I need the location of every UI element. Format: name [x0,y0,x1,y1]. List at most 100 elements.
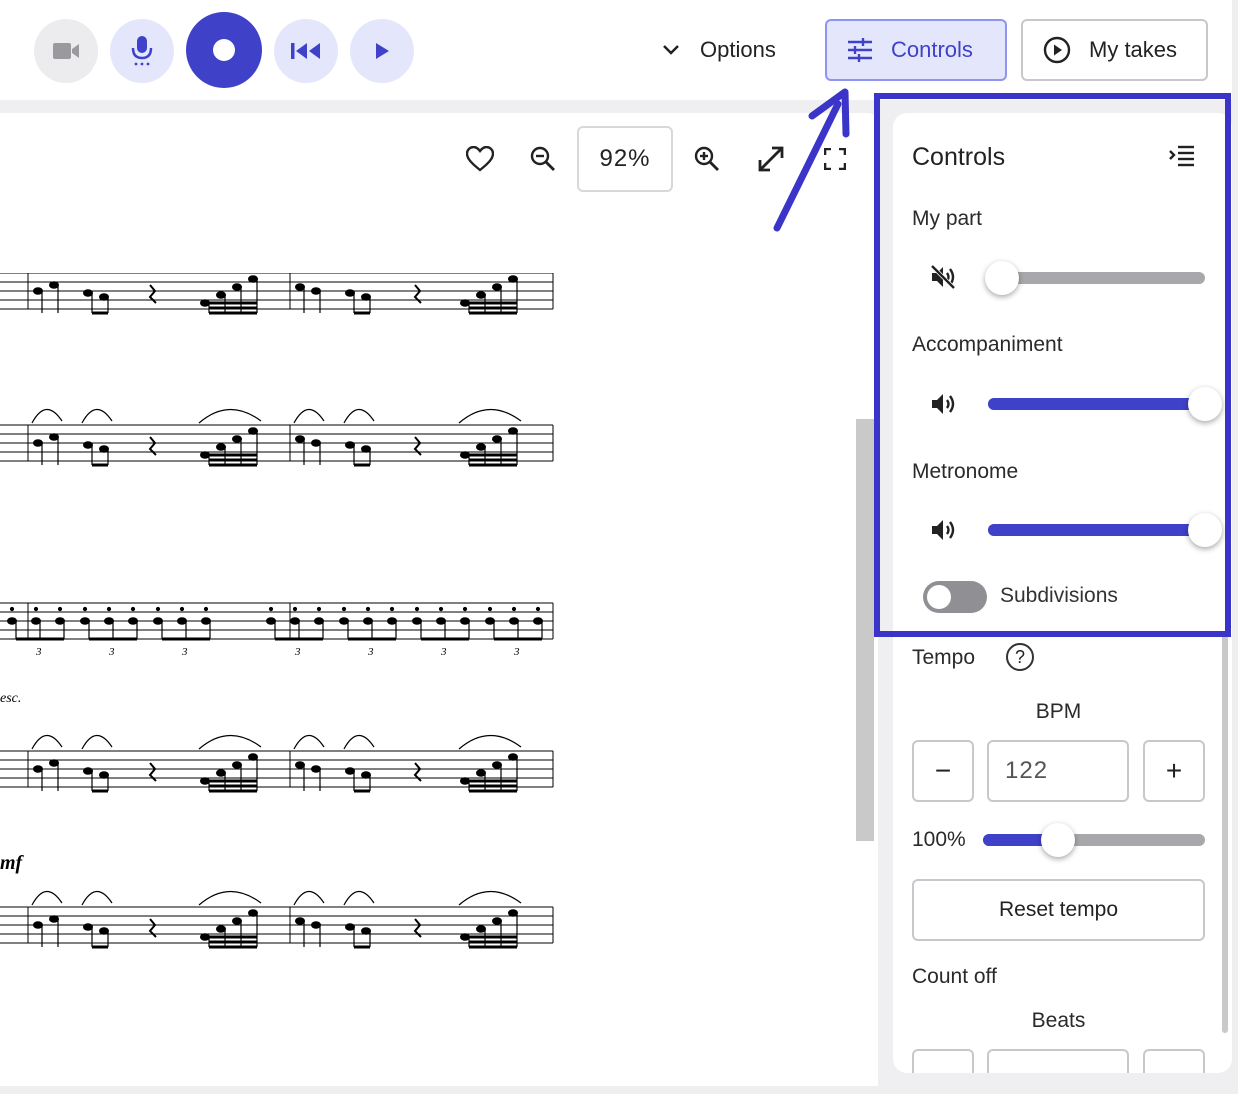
reset-tempo-button[interactable]: Reset tempo [912,879,1205,941]
slur [198,734,262,750]
note-head [476,925,486,933]
staccato-dot [389,606,395,612]
staccato-dot [155,606,161,612]
note-head [508,427,518,435]
staccato-dot [462,606,468,612]
note-head [460,299,470,307]
zoom-out-button[interactable] [523,139,563,179]
note-head [485,617,495,625]
note-head [492,435,502,443]
staccato-dot [365,606,371,612]
slur [293,734,325,750]
my-takes-button[interactable]: My takes [1021,19,1208,81]
mezzo-forte-marking: mf [0,852,25,874]
bpm-input[interactable]: 122 [987,740,1129,802]
beats-increase-button[interactable] [1143,1049,1205,1073]
note-head [295,917,305,925]
zoom-in-icon [694,146,719,171]
microphone-button[interactable] [110,19,174,83]
bpm-decrease-button[interactable]: − [912,740,974,802]
slur [458,734,522,750]
note-head [248,909,258,917]
crescendo-marking: esc. [0,691,21,706]
record-icon [213,39,235,61]
tempo-percent-slider[interactable] [983,834,1205,846]
staccato-dot [203,606,209,612]
rewind-button[interactable] [274,19,338,83]
note-head [361,445,371,453]
staccato-dot [511,606,517,612]
beats-input[interactable] [987,1049,1129,1073]
note-head [266,617,276,625]
bpm-increase-button[interactable]: + [1143,740,1205,802]
help-icon[interactable]: ? [1006,643,1034,671]
note-head [232,761,242,769]
sheet-music-score: 3 3 3 3 3 3 3 esc. mf [0,273,554,949]
staccato-dot [179,606,185,612]
note-head [361,927,371,935]
slur [343,890,375,906]
count-off-label: Count off [912,965,997,988]
top-toolbar: Options Controls My takes [0,0,1232,100]
video-camera-icon [53,43,79,59]
note-head [33,765,43,773]
note-head [200,777,210,785]
note-head [345,767,355,775]
note-head [460,933,470,941]
favorite-button[interactable] [460,139,500,179]
tempo-slider-thumb[interactable] [1041,823,1076,857]
note-head [177,617,187,625]
note-head [248,427,258,435]
note-head [295,761,305,769]
note-head [216,291,226,299]
note-head [128,617,138,625]
note-head [83,923,93,931]
note-head [363,617,373,625]
note-head [49,759,59,767]
options-dropdown[interactable]: Options [662,26,776,74]
slur [293,408,325,424]
sheet-scrollbar[interactable] [856,419,874,841]
note-head [311,287,321,295]
note-head [31,617,41,625]
note-head [200,933,210,941]
controls-button[interactable]: Controls [825,19,1007,81]
slur [198,408,262,424]
play-circle-icon [1043,36,1071,64]
triplet-marking: 3 [367,646,374,658]
record-button[interactable] [186,12,262,88]
play-button[interactable] [350,19,414,83]
slur [198,890,262,906]
beats-decrease-button[interactable] [912,1049,974,1073]
note-head [361,293,371,301]
note-head [200,299,210,307]
note-head [508,909,518,917]
note-head [339,617,349,625]
note-head [83,289,93,297]
staccato-dot [487,606,493,612]
note-head [232,435,242,443]
note-head [216,769,226,777]
sheet-music-area: 92% 3 3 3 3 3 3 3 esc. mf [0,113,878,1086]
tempo-percent-label: 100% [912,828,966,851]
zoom-in-button[interactable] [687,139,727,179]
play-icon [376,43,389,59]
note-head [99,293,109,301]
note-head [153,617,163,625]
note-head [345,289,355,297]
video-button[interactable] [34,19,98,83]
note-head [295,283,305,291]
note-head [290,617,300,625]
staccato-dot [268,606,274,612]
note-head [99,927,109,935]
slur [31,890,63,906]
zoom-level-field[interactable]: 92% [577,126,673,192]
note-head [248,753,258,761]
note-head [476,291,486,299]
panel-scrollbar[interactable] [1222,633,1228,1033]
note-head [492,283,502,291]
note-head [361,771,371,779]
note-head [345,923,355,931]
heart-icon [466,146,494,172]
note-head [311,921,321,929]
